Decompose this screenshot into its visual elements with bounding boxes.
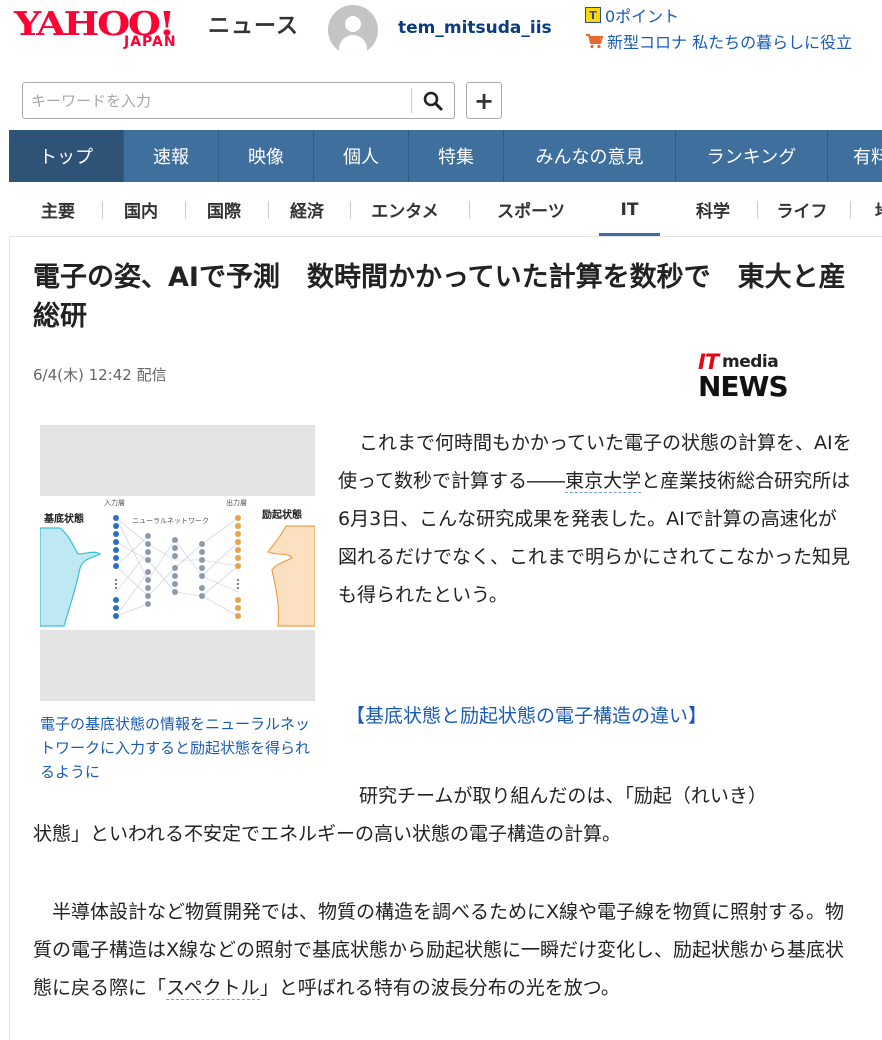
tokyo-university-link[interactable]: 東京大学	[565, 470, 642, 493]
label-input-layer: 入力層	[104, 498, 125, 507]
label-neural-network: ニューラルネットワーク	[132, 517, 209, 525]
article-headline: 電子の姿、AIで予測 数時間かかっていた計算を数秒で 東大と産総研	[33, 262, 846, 332]
tpoint-link[interactable]: T 0ポイント	[585, 4, 679, 26]
points-text: 0ポイント	[605, 7, 680, 26]
source-logo-news: NEWS	[698, 370, 789, 403]
search-input[interactable]	[23, 83, 411, 118]
nav-item-breaking[interactable]: 速報	[124, 130, 219, 182]
avatar[interactable]	[328, 5, 378, 55]
category-tab-main[interactable]: 主要	[24, 182, 92, 236]
figure-caption[interactable]: 電子の基底状態の情報をニューラルネットワークに入力すると励起状態を得られるように	[40, 712, 320, 784]
category-separator	[350, 201, 351, 219]
source-logo-itmedia-news[interactable]: IT media NEWS	[698, 350, 789, 404]
logo-japan-text: JAPAN	[124, 34, 177, 50]
nav-item-feature[interactable]: 特集	[409, 130, 504, 182]
article-paragraph-1: これまで何時間もかかっていた電子の状態の計算を、AIを使って数秒で計算する――東…	[338, 424, 853, 614]
tpoint-icon: T	[585, 7, 601, 23]
category-nav: 主要 国内 国際 経済 エンタメ スポーツ IT 科学 ライフ 地域	[9, 182, 882, 237]
category-separator	[185, 201, 186, 219]
article-paragraph-3: 半導体設計など物質開発では、物質の構造を調べるためにX線や電子線を物質に照射する…	[33, 893, 853, 1007]
article-date: 6/4(木) 12:42 配信	[33, 366, 167, 384]
add-button[interactable]: +	[466, 82, 502, 119]
nav-item-opinion[interactable]: みんなの意見	[504, 130, 676, 182]
nav-item-top[interactable]: トップ	[9, 130, 124, 182]
paragraph-2-line-2: 状態」といわれる不安定でエネルギーの高い状態の電子構造の計算。	[33, 823, 622, 845]
label-output-layer: 出力層	[226, 498, 247, 507]
site-header: YAHOO! JAPAN ニュース tem_mitsuda_iis T 0ポイン…	[0, 0, 882, 70]
category-tab-economy[interactable]: 経済	[273, 182, 341, 236]
yahoo-news-logo[interactable]: YAHOO! JAPAN	[14, 4, 204, 54]
category-tab-life[interactable]: ライフ	[762, 182, 842, 236]
cart-icon	[586, 34, 603, 49]
neural-network-diagram: 入力層 出力層 ニューラルネットワーク 基底状態 励起状態	[39, 496, 316, 630]
category-separator	[268, 201, 269, 219]
category-tab-it[interactable]: IT	[599, 182, 660, 236]
nav-item-individual[interactable]: 個人	[314, 130, 409, 182]
main-nav: トップ 速報 映像 個人 特集 みんなの意見 ランキング 有料	[9, 130, 882, 182]
avatar-head-shape	[345, 16, 361, 32]
category-tab-science[interactable]: 科学	[679, 182, 747, 236]
category-tab-domestic[interactable]: 国内	[107, 182, 175, 236]
category-tab-region[interactable]: 地域	[855, 182, 882, 236]
category-separator	[102, 201, 103, 219]
article-paragraph-2: 研究チームが取り組んだのは、「励起（れいき） 状態」といわれる不安定でエネルギーの…	[33, 777, 853, 853]
article-figure[interactable]: 入力層 出力層 ニューラルネットワーク 基底状態 励起状態	[39, 425, 316, 701]
search-bar	[22, 82, 455, 119]
category-tab-entertainment[interactable]: エンタメ	[355, 182, 455, 236]
article-subheading: 【基底状態と励起状態の電子構造の違い】	[346, 705, 708, 727]
nav-item-paid[interactable]: 有料	[828, 130, 882, 182]
category-tab-international[interactable]: 国際	[190, 182, 258, 236]
avatar-body-shape	[339, 35, 367, 55]
logo-news-text[interactable]: ニュース	[208, 8, 299, 40]
corona-info-text: 新型コロナ 私たちの暮らしに役立	[607, 33, 853, 52]
search-icon	[423, 91, 443, 110]
category-separator	[850, 201, 851, 219]
category-separator	[469, 201, 470, 219]
spectrum-link[interactable]: スペクトル	[166, 977, 260, 1000]
search-divider	[411, 88, 412, 113]
nav-item-ranking[interactable]: ランキング	[676, 130, 828, 182]
category-separator	[757, 201, 758, 219]
neural-network-diagram-graphic: 入力層 出力層 ニューラルネットワーク 基底状態 励起状態	[39, 498, 316, 627]
search-button[interactable]	[415, 85, 451, 116]
source-logo-media: media	[722, 352, 779, 372]
paragraph-3-text-b: 」と呼ばれる特有の波長分布の光を放つ。	[259, 977, 620, 999]
category-tab-sports[interactable]: スポーツ	[475, 182, 587, 236]
label-ground-state: 基底状態	[43, 512, 84, 525]
label-excited-state: 励起状態	[262, 508, 302, 521]
corona-info-link[interactable]: 新型コロナ 私たちの暮らしに役立	[585, 30, 852, 52]
nav-item-video[interactable]: 映像	[219, 130, 314, 182]
username-link[interactable]: tem_mitsuda_iis	[398, 18, 552, 38]
paragraph-2-line-1: 研究チームが取り組んだのは、「励起（れいき）	[359, 785, 767, 807]
